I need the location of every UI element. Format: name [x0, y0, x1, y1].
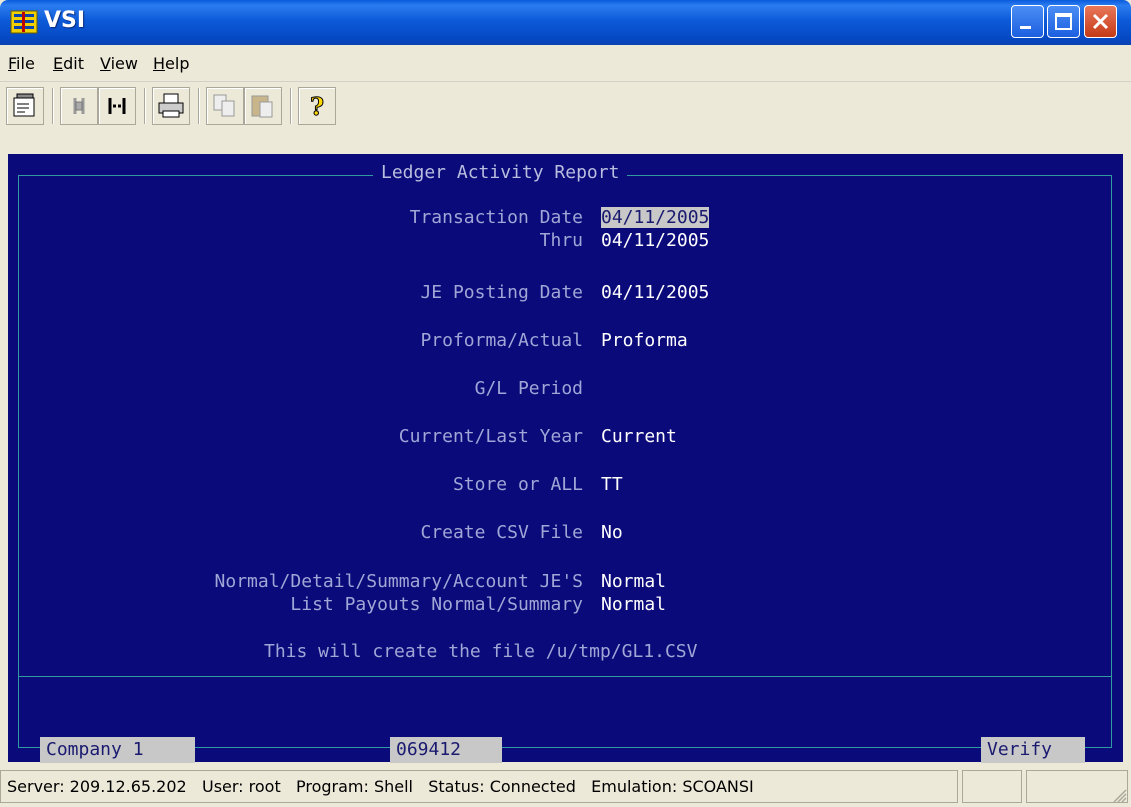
paste-icon [251, 95, 273, 118]
create-csv-label: Create CSV File [420, 522, 583, 543]
help-button[interactable]: ? [298, 87, 336, 125]
connect-icon [73, 98, 85, 114]
menu-edit[interactable]: Edit [53, 54, 84, 73]
current-last-year-label: Current/Last Year [398, 426, 583, 447]
window-title: VSI [44, 8, 86, 33]
status-text: Server: 209.12.65.202 User: root Program… [0, 770, 958, 803]
disconnect-button[interactable] [98, 87, 136, 125]
menu-file[interactable]: File [8, 54, 35, 73]
je-posting-date-label: JE Posting Date [420, 282, 583, 303]
store-or-all-label: Store or ALL [452, 474, 583, 495]
csv-file-note: This will create the file /u/tmp/GL1.CSV [264, 641, 698, 662]
normal-detail-field[interactable]: Normal [601, 571, 666, 592]
company-badge: Company 1 [40, 737, 195, 763]
print-button[interactable] [152, 87, 190, 125]
close-icon [1092, 13, 1109, 30]
resize-grip-icon[interactable] [1111, 787, 1127, 803]
transaction-date-label: Transaction Date [409, 207, 583, 228]
menu-help[interactable]: Help [153, 54, 189, 73]
create-csv-field[interactable]: No [601, 522, 623, 543]
current-last-year-field[interactable]: Current [601, 426, 677, 447]
report-title: Ledger Activity Report [373, 162, 628, 183]
menu-view[interactable]: View [100, 54, 138, 73]
status-panel-1 [962, 770, 1022, 803]
maximize-button[interactable] [1047, 5, 1080, 38]
properties-icon [13, 93, 35, 117]
list-payouts-field[interactable]: Normal [601, 594, 666, 615]
terminal-screen[interactable]: Ledger Activity Report Transaction Date … [8, 154, 1123, 763]
svg-text:?: ? [310, 92, 324, 120]
disconnect-icon [108, 98, 126, 114]
je-posting-date-field[interactable]: 04/11/2005 [601, 282, 709, 303]
code-badge: 069412 [390, 737, 502, 763]
help-icon: ? [310, 92, 325, 120]
frame-divider [18, 676, 1112, 677]
list-payouts-label: List Payouts Normal/Summary [290, 594, 583, 615]
copy-button[interactable] [206, 87, 244, 125]
thru-date-field[interactable]: 04/11/2005 [601, 230, 709, 251]
transaction-date-field[interactable]: 04/11/2005 [601, 207, 710, 228]
status-bar: Server: 209.12.65.202 User: root Program… [0, 766, 1131, 807]
gl-period-label: G/L Period [474, 378, 583, 399]
thru-label: Thru [539, 230, 583, 251]
proforma-actual-label: Proforma/Actual [420, 330, 583, 351]
copy-icon [213, 94, 235, 117]
title-bar[interactable]: VSI [0, 0, 1131, 45]
minimize-button[interactable] [1011, 5, 1044, 38]
verify-badge[interactable]: Verify [981, 737, 1085, 763]
app-icon [10, 10, 38, 34]
print-icon [158, 93, 184, 118]
close-button[interactable] [1084, 5, 1117, 38]
store-or-all-field[interactable]: TT [601, 474, 623, 495]
report-frame [18, 175, 1112, 748]
menu-bar: File Edit View Help [0, 45, 1131, 82]
proforma-actual-field[interactable]: Proforma [601, 330, 688, 351]
minimize-icon [1020, 26, 1031, 29]
maximize-icon [1055, 13, 1072, 30]
properties-button[interactable] [6, 87, 44, 125]
connect-button[interactable] [60, 87, 98, 125]
toolbar: ? [0, 82, 1131, 154]
paste-button[interactable] [244, 87, 282, 125]
normal-detail-label: Normal/Detail/Summary/Account JE'S [214, 571, 583, 592]
